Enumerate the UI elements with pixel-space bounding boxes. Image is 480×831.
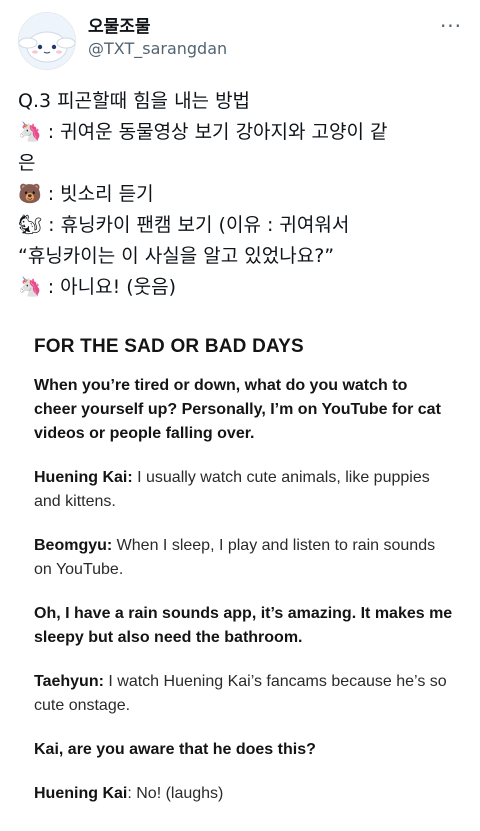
user-handle[interactable]: @TXT_sarangdan — [88, 38, 227, 60]
article-heading: FOR THE SAD OR BAD DAYS — [34, 336, 304, 357]
tweet-text: Q.3 피곤할때 힘을 내는 방법 🦄 : 귀여운 동물영상 보기 강아지와 고… — [18, 86, 464, 303]
tweet-line: 은 — [18, 152, 36, 174]
interview-answer: Beomgyu: When I sleep, I play and listen… — [34, 534, 454, 582]
tweet-line: “휴닝카이는 이 사실을 알고 있었나요?” — [18, 245, 335, 267]
avatar[interactable] — [18, 12, 76, 70]
tweet-line: Q.3 피곤할때 힘을 내는 방법 — [18, 90, 251, 112]
interview-answer: Taehyun: I watch Huening Kai’s fancams b… — [34, 670, 454, 718]
interview-question: Oh, I have a rain sounds app, it’s amazi… — [34, 605, 453, 646]
tweet-header: 오물조물 @TXT_sarangdan ··· — [18, 10, 468, 70]
speaker-name: Huening Kai: — [34, 469, 133, 486]
more-options-icon[interactable]: ··· — [436, 16, 466, 40]
tweet-line: 🦄 : 귀여운 동물영상 보기 강아지와 고양이 같 — [18, 121, 388, 143]
interview-answer: Huening Kai: I usually watch cute animal… — [34, 466, 454, 514]
interview-question: When you’re tired or down, what do you w… — [34, 377, 441, 442]
attached-article-image[interactable]: FOR THE SAD OR BAD DAYS When you’re tire… — [34, 334, 454, 826]
answer-text: : No! (laughs) — [127, 785, 224, 802]
tweet-line: 🐿 : 휴닝카이 팬캠 보기 (이유 : 귀여워서 — [18, 214, 350, 236]
display-name[interactable]: 오물조물 — [88, 16, 227, 38]
speaker-name: Taehyun: — [34, 673, 104, 690]
speaker-name: Beomgyu: — [34, 537, 113, 554]
speaker-name: Huening Kai — [34, 785, 128, 802]
interview-answer: Huening Kai: No! (laughs) — [34, 782, 454, 806]
tweet-line: 🐻 : 빗소리 듣기 — [18, 183, 154, 205]
cinnamoroll-avatar-icon — [19, 13, 75, 69]
interview-question: Kai, are you aware that he does this? — [34, 741, 316, 758]
tweet-line: 🦄 : 아니요! (웃음) — [18, 276, 177, 298]
